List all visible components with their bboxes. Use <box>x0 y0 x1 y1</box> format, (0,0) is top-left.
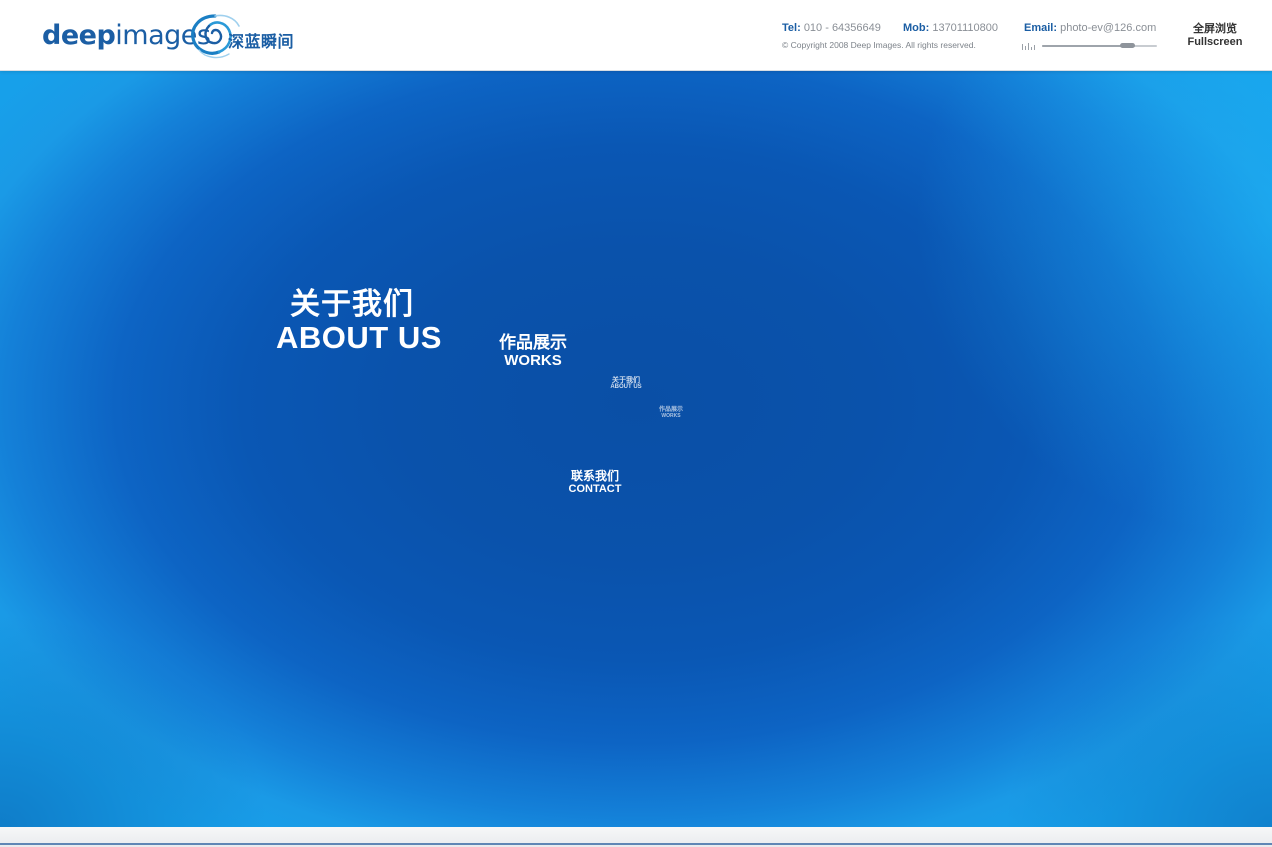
nav-works-small-en: WORKS <box>661 413 681 419</box>
nav-works-cn: 作品展示 <box>499 333 567 353</box>
nav-about-us-en: ABOUT US <box>276 320 442 355</box>
nav-about-us[interactable]: 关于我们 ABOUT US <box>276 287 442 355</box>
volume-thumb[interactable] <box>1120 43 1135 48</box>
nav-contact-en: CONTACT <box>568 483 622 495</box>
tel-value: 010 - 64356649 <box>803 22 881 34</box>
nav-works-small[interactable]: 作品展示 WORKS <box>655 406 687 419</box>
mob-label: Mob: <box>903 22 930 34</box>
nav-works-en: WORKS <box>504 352 562 369</box>
copyright-text: © Copyright 2008 Deep Images. All rights… <box>782 40 976 50</box>
volume-bars-icon <box>1022 43 1035 50</box>
fullscreen-label-cn: 全屏浏览 <box>1193 22 1237 35</box>
logo-chinese-name: 深蓝瞬间 <box>228 32 295 51</box>
nav-about-us-small-cn: 关于我们 <box>612 376 640 384</box>
stage-glow <box>0 70 1272 827</box>
email-label: Email: <box>1024 22 1058 34</box>
nav-about-us-small[interactable]: 关于我们 ABOUT US <box>606 376 646 391</box>
volume-fill <box>1042 45 1128 47</box>
nav-contact[interactable]: 联系我们 CONTACT <box>564 469 626 496</box>
volume-slider[interactable] <box>1022 39 1158 53</box>
logo-word-deep: deep <box>42 20 116 51</box>
nav-contact-cn: 联系我们 <box>570 469 619 483</box>
main-stage: 关于我们 ABOUT US 作品展示 WORKS 关于我们 ABOUT US 作… <box>0 70 1272 827</box>
nav-works-small-cn: 作品展示 <box>658 406 683 413</box>
nav-works[interactable]: 作品展示 WORKS <box>492 333 574 369</box>
mob-value: 13701110800 <box>932 22 998 34</box>
nav-about-us-cn: 关于我们 <box>290 287 414 322</box>
contact-email: Email: photo-ev@126.com <box>1024 22 1156 34</box>
nav-about-us-small-en: ABOUT US <box>610 384 642 390</box>
contact-mob: Mob: 13701110800 <box>903 22 998 34</box>
fullscreen-label-en: Fullscreen <box>1187 36 1243 48</box>
site-logo[interactable]: deepimages 深蓝瞬间 <box>42 10 302 62</box>
site-header: deepimages 深蓝瞬间 Tel: 010 - 64356649 Mob:… <box>0 0 1272 71</box>
site-footer <box>0 827 1272 847</box>
email-value[interactable]: photo-ev@126.com <box>1060 22 1156 34</box>
contact-tel: Tel: 010 - 64356649 <box>782 22 881 34</box>
fullscreen-button[interactable]: 全屏浏览 Fullscreen <box>1186 22 1244 49</box>
footer-divider <box>0 843 1272 845</box>
tel-label: Tel: <box>782 22 801 34</box>
